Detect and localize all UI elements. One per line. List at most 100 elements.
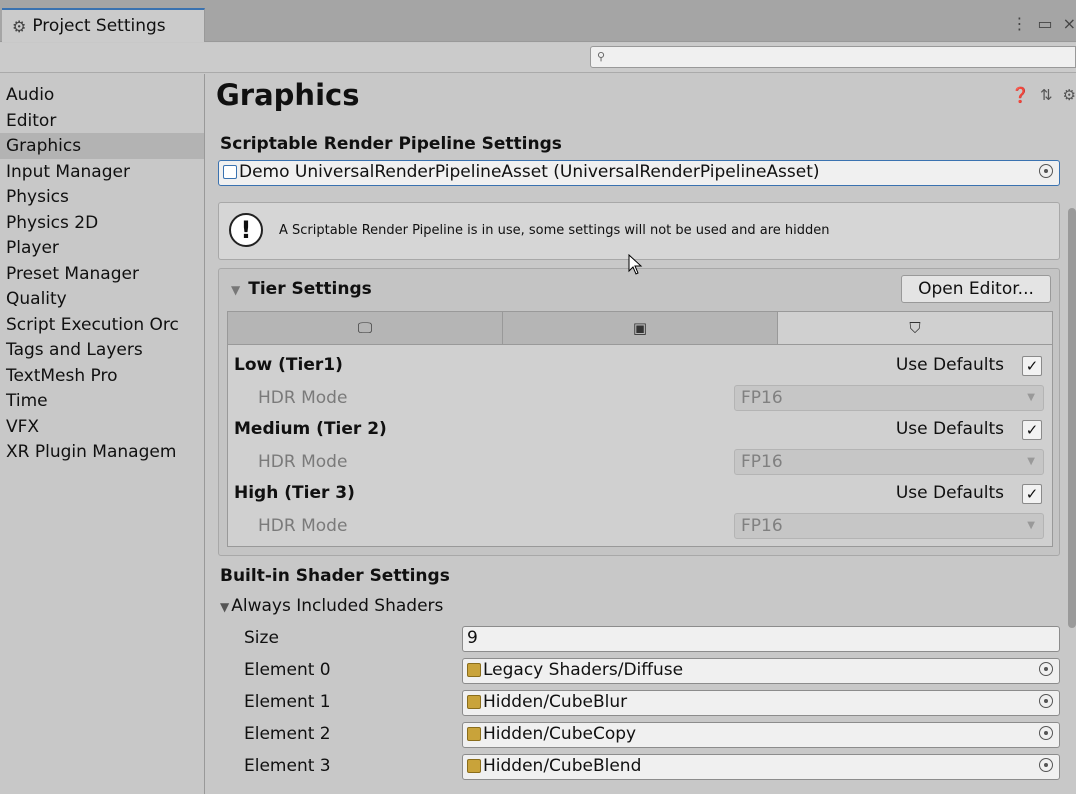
hdr-mode-label: HDR Mode [258,452,348,472]
dropdown-arrow-icon: ▼ [1027,392,1035,403]
object-picker-icon[interactable] [1039,164,1053,178]
maximize-icon[interactable]: ▭ [1037,14,1052,33]
element-value: Legacy Shaders/Diffuse [483,660,684,680]
close-icon[interactable]: × [1063,14,1076,33]
hdr-row-low: HDR Mode FP16 ▼ [228,383,1054,413]
preset-icon[interactable]: ⇅ [1040,86,1053,104]
sidebar-item-player[interactable]: Player [0,235,204,261]
object-picker-icon[interactable] [1039,726,1053,740]
scrollbar[interactable] [1068,118,1076,794]
hdr-mode-dropdown: FP16 ▼ [734,449,1044,475]
gear-icon: ⚙ [12,16,27,36]
hdr-row-medium: HDR Mode FP16 ▼ [228,447,1054,477]
hdr-mode-value: FP16 [741,388,783,408]
always-included-shaders-label: Always Included Shaders [231,596,444,616]
tier-name: High (Tier 3) [234,483,355,503]
android-icon: ▣ [632,319,648,337]
use-defaults-checkbox[interactable]: ✓ [1022,484,1042,504]
dropdown-arrow-icon: ▼ [1027,520,1035,531]
element-1-field[interactable]: Hidden/CubeBlur [462,690,1060,716]
srp-asset-value: Demo UniversalRenderPipelineAsset (Unive… [239,162,820,182]
shader-icon [467,727,481,741]
sidebar: Audio Editor Graphics Input Manager Phys… [0,74,205,794]
sidebar-item-graphics[interactable]: Graphics [0,133,204,159]
builtin-shader-settings-label: Built-in Shader Settings [220,566,450,586]
tab-project-settings[interactable]: ⚙ Project Settings [2,8,205,42]
sidebar-item-script-execution-order[interactable]: Script Execution Orc [0,312,204,338]
use-defaults-label: Use Defaults [895,419,1004,439]
sidebar-item-xr-plugin-management[interactable]: XR Plugin Managem [0,439,204,465]
use-defaults-label: Use Defaults [895,355,1004,375]
tab-android[interactable]: ▣ [503,312,778,344]
object-picker-icon[interactable] [1039,694,1053,708]
search-input[interactable]: ⚲ [590,46,1076,68]
sidebar-item-time[interactable]: Time [0,388,204,414]
hdr-row-high: HDR Mode FP16 ▼ [228,511,1054,541]
tier-settings-foldout[interactable]: ▼ Tier Settings [231,279,372,299]
always-included-shaders-foldout[interactable]: ▼ Always Included Shaders [220,596,443,616]
help-text: A Scriptable Render Pipeline is in use, … [279,223,830,238]
hdr-mode-label: HDR Mode [258,388,348,408]
sidebar-item-vfx[interactable]: VFX [0,414,204,440]
tab-title: Project Settings [32,16,166,36]
tab-standalone[interactable]: 🖵 [228,312,503,344]
tier-row-low: Low (Tier1) Use Defaults ✓ [228,351,1054,381]
window-controls: ⋮ ▭ × [1011,14,1076,33]
use-defaults-checkbox[interactable]: ✓ [1022,420,1042,440]
more-options-icon[interactable]: ⋮ [1011,14,1027,33]
sidebar-item-quality[interactable]: Quality [0,286,204,312]
sidebar-item-tags-and-layers[interactable]: Tags and Layers [0,337,204,363]
tab-webgl[interactable]: ⛉ [778,312,1052,344]
sidebar-item-physics-2d[interactable]: Physics 2D [0,210,204,236]
hdr-mode-dropdown: FP16 ▼ [734,513,1044,539]
srp-settings-label: Scriptable Render Pipeline Settings [220,134,562,154]
tier-content: Low (Tier1) Use Defaults ✓ HDR Mode FP16… [227,345,1053,547]
warning-icon: ! [229,213,263,247]
foldout-arrow-icon: ▼ [220,600,230,614]
scrollbar-thumb[interactable] [1068,208,1076,628]
header-icons: ❓ ⇅ ⚙ [1011,86,1076,104]
element-0-field[interactable]: Legacy Shaders/Diffuse [462,658,1060,684]
help-icon[interactable]: ❓ [1011,86,1030,104]
hdr-mode-value: FP16 [741,516,783,536]
element-label: Element 0 [244,660,331,680]
tier-settings-label: Tier Settings [248,279,372,299]
dropdown-arrow-icon: ▼ [1027,456,1035,467]
use-defaults-label: Use Defaults [895,483,1004,503]
srp-asset-field[interactable]: Demo UniversalRenderPipelineAsset (Unive… [218,160,1060,186]
sidebar-item-editor[interactable]: Editor [0,108,204,134]
element-label: Element 2 [244,724,331,744]
hdr-mode-value: FP16 [741,452,783,472]
object-picker-icon[interactable] [1039,758,1053,772]
mouse-cursor-icon [628,254,643,275]
tier-settings-panel: ▼ Tier Settings Open Editor... 🖵 ▣ ⛉ Low … [218,268,1060,556]
tier-row-medium: Medium (Tier 2) Use Defaults ✓ [228,415,1054,445]
shader-icon [467,695,481,709]
html5-icon: ⛉ [909,319,921,337]
size-field[interactable]: 9 [462,626,1060,652]
search-row: ⚲ [0,43,1076,73]
tier-row-high: High (Tier 3) Use Defaults ✓ [228,479,1054,509]
shader-icon [467,759,481,773]
size-label: Size [244,628,279,648]
sidebar-item-audio[interactable]: Audio [0,82,204,108]
element-label: Element 1 [244,692,331,712]
element-2-field[interactable]: Hidden/CubeCopy [462,722,1060,748]
render-pipeline-asset-icon [223,165,237,179]
open-editor-button[interactable]: Open Editor... [901,275,1051,303]
settings-icon[interactable]: ⚙ [1063,86,1076,104]
use-defaults-checkbox[interactable]: ✓ [1022,356,1042,376]
object-picker-icon[interactable] [1039,662,1053,676]
shader-icon [467,663,481,677]
sidebar-item-input-manager[interactable]: Input Manager [0,159,204,185]
sidebar-item-preset-manager[interactable]: Preset Manager [0,261,204,287]
main-panel: Graphics ❓ ⇅ ⚙ Scriptable Render Pipelin… [206,74,1076,794]
tier-name: Medium (Tier 2) [234,419,387,439]
sidebar-item-textmesh-pro[interactable]: TextMesh Pro [0,363,204,389]
sidebar-item-physics[interactable]: Physics [0,184,204,210]
element-value: Hidden/CubeBlend [483,756,642,776]
element-label: Element 3 [244,756,331,776]
element-value: Hidden/CubeBlur [483,692,628,712]
search-icon: ⚲ [597,50,606,63]
element-3-field[interactable]: Hidden/CubeBlend [462,754,1060,780]
